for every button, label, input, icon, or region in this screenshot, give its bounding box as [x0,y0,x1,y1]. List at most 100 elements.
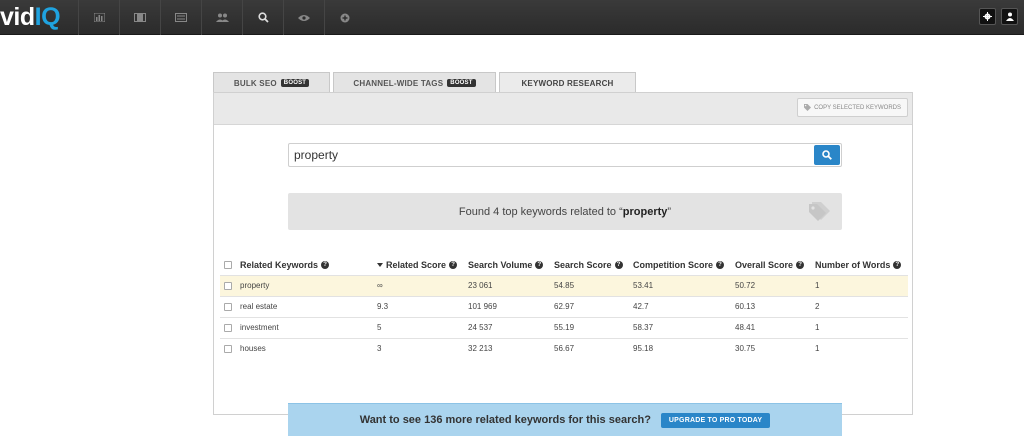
select-all-cell [220,255,236,275]
search-score-cell: 56.67 [550,337,629,359]
header-label: Search Volume [468,259,533,270]
search-volume-cell: 24 537 [464,316,550,338]
table-row[interactable]: investment 5 24 537 55.19 58.37 48.41 1 [220,316,908,338]
help-icon[interactable]: ? [614,261,623,270]
number-of-words-cell: 1 [811,274,908,296]
related-score-cell: 9.3 [373,295,464,317]
sort-desc-icon [377,263,383,268]
eye-icon[interactable] [283,0,324,35]
related-score-cell: ∞ [373,274,464,296]
competition-score-cell: 58.37 [629,316,731,338]
search-score-cell: 55.19 [550,316,629,338]
users-icon[interactable] [201,0,242,35]
row-checkbox[interactable] [224,345,232,354]
keyword-search-input[interactable] [289,144,809,166]
upgrade-banner: Want to see 136 more related keywords fo… [288,403,842,436]
results-prefix: Found 4 top keywords related to “ [458,205,623,218]
header-label: Overall Score [735,259,794,270]
header-label: Number of Words [815,259,891,270]
help-icon[interactable]: ? [449,261,458,270]
tab-label: CHANNEL-WIDE TAGS [353,78,444,88]
results-text: Found 4 top keywords related to “propert… [459,206,671,218]
search-button[interactable] [814,145,840,165]
help-icon[interactable]: ? [716,261,725,270]
table-header-row: Related Keywords? Related Score? Search … [220,255,908,275]
overall-score-cell: 30.75 [731,337,811,359]
keyword-research-panel: BULK SEO BOOST CHANNEL-WIDE TAGS BOOST K… [213,72,913,436]
user-icon[interactable] [1001,8,1018,25]
related-score-cell: 5 [373,316,464,338]
row-checkbox[interactable] [224,323,232,332]
tab-bar: BULK SEO BOOST CHANNEL-WIDE TAGS BOOST K… [213,72,639,94]
row-checkbox[interactable] [224,302,232,311]
header-label: Related Keywords [240,259,319,270]
overall-score-cell: 60.13 [731,295,811,317]
search-score-cell: 62.97 [550,295,629,317]
search-score-cell: 54.85 [550,274,629,296]
row-select-cell [220,316,236,338]
tab-channel-wide-tags[interactable]: CHANNEL-WIDE TAGS BOOST [333,72,496,93]
tab-label: KEYWORD RESEARCH [521,79,614,88]
help-icon[interactable]: ? [535,261,544,270]
keyword-cell: real estate [236,295,373,317]
keyword-cell: property [236,274,373,296]
results-summary: Found 4 top keywords related to “propert… [288,193,842,230]
overall-score-cell: 50.72 [731,274,811,296]
keyword-cell: houses [236,337,373,359]
competition-score-cell: 42.7 [629,295,731,317]
film-icon[interactable] [119,0,160,35]
number-of-words-cell: 2 [811,295,908,317]
search-volume-cell: 23 061 [464,274,550,296]
header-label: Competition Score [633,259,714,270]
search-icon [822,150,832,160]
list-icon[interactable] [160,0,201,35]
boost-badge: BOOST [447,79,476,87]
search-volume-cell: 32 213 [464,337,550,359]
table-row[interactable]: property ∞ 23 061 54.85 53.41 50.72 1 [220,274,908,296]
boost-badge: BOOST [280,79,310,87]
row-select-cell [220,274,236,296]
results-suffix: ” [667,205,672,218]
bar-chart-icon[interactable] [78,0,119,35]
competition-score-cell: 53.41 [629,274,731,296]
row-select-cell [220,295,236,317]
header-label: Related Score [386,259,447,270]
top-navigation-bar: vidIQ [0,0,1024,35]
number-of-words-cell: 1 [811,316,908,338]
tab-bulk-seo[interactable]: BULK SEO BOOST [213,72,330,93]
help-icon[interactable]: ? [893,261,902,270]
number-of-words-cell: 1 [811,337,908,359]
table-row[interactable]: houses 3 32 213 56.67 95.18 30.75 1 [220,337,908,359]
plus-circle-icon[interactable] [324,0,365,35]
tag-icon [804,104,812,111]
row-select-cell [220,337,236,359]
header-related-keywords[interactable]: Related Keywords? [236,255,373,275]
copy-button-label: COPY SELECTED KEYWORDS [814,104,901,111]
header-overall-score[interactable]: Overall Score? [731,255,811,275]
upgrade-text: Want to see 136 more related keywords fo… [359,414,651,426]
help-icon[interactable]: ? [796,261,805,270]
header-related-score[interactable]: Related Score? [373,255,464,275]
header-number-of-words[interactable]: Number of Words? [811,255,908,275]
search-icon[interactable] [242,0,283,35]
gear-icon[interactable] [979,8,996,25]
keyword-cell: investment [236,316,373,338]
tags-icon [809,202,830,221]
keyword-search-field [288,143,842,167]
keyword-results-table: Related Keywords? Related Score? Search … [220,255,908,359]
row-checkbox[interactable] [224,281,232,290]
copy-selected-keywords-button[interactable]: COPY SELECTED KEYWORDS [797,98,908,117]
related-score-cell: 3 [373,337,464,359]
top-right-controls [979,8,1018,25]
header-competition-score[interactable]: Competition Score? [629,255,731,275]
select-all-checkbox[interactable] [224,261,232,270]
results-term: property [622,205,668,218]
search-volume-cell: 101 969 [464,295,550,317]
vidiq-logo[interactable]: vidIQ [0,3,61,32]
tab-keyword-research[interactable]: KEYWORD RESEARCH [499,72,636,94]
header-search-score[interactable]: Search Score? [550,255,629,275]
header-search-volume[interactable]: Search Volume? [464,255,550,275]
content-toolbar: COPY SELECTED KEYWORDS [214,93,912,125]
table-row[interactable]: real estate 9.3 101 969 62.97 42.7 60.13… [220,295,908,317]
help-icon[interactable]: ? [321,261,330,270]
